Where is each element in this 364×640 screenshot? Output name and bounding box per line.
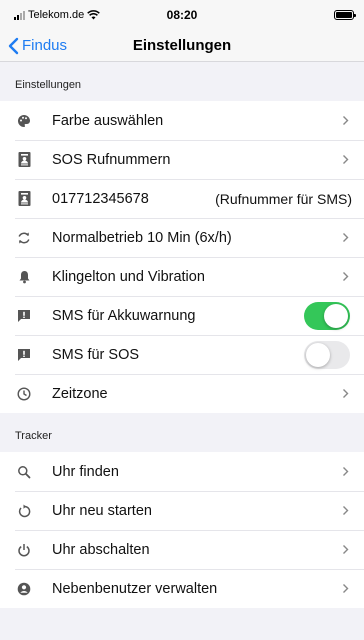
contact-card-icon (15, 151, 33, 169)
phone-number-hint: (Rufnummer für SMS) (215, 190, 352, 207)
row-label: Normalbetrieb 10 Min (6x/h) (52, 229, 232, 246)
row-label: Uhr finden (52, 463, 119, 480)
power-icon (15, 541, 33, 559)
battery-icon (334, 10, 356, 20)
row-timezone[interactable]: Zeitzone (0, 374, 364, 413)
sms-alert-icon (15, 346, 33, 364)
chevron-right-icon (340, 465, 350, 479)
bell-icon (15, 268, 33, 286)
chevron-right-icon (340, 504, 350, 518)
back-button[interactable]: Findus (0, 37, 67, 55)
row-label: SMS für Akkuwarnung (52, 307, 196, 324)
section-header-tracker: Tracker (0, 413, 364, 452)
wifi-icon (87, 10, 101, 20)
chevron-right-icon (340, 270, 350, 284)
row-restart-watch[interactable]: Uhr neu starten (0, 491, 364, 530)
row-label: Zeitzone (52, 385, 108, 402)
row-label: Klingelton und Vibration (52, 268, 205, 285)
section-header-settings: Einstellungen (0, 62, 364, 101)
row-phone-number[interactable]: 017712345678 (Rufnummer für SMS) (0, 179, 364, 218)
user-icon (15, 580, 33, 598)
sms-alert-icon (15, 307, 33, 325)
carrier-label: Telekom.de (28, 9, 85, 21)
settings-group: Farbe auswählen SOS Rufnummern 017712345… (0, 101, 364, 413)
row-label: Farbe auswählen (52, 112, 164, 129)
chevron-right-icon (340, 114, 350, 128)
row-sms-sos: SMS für SOS (0, 335, 364, 374)
row-color[interactable]: Farbe auswählen (0, 101, 364, 140)
carrier-group: Telekom.de (14, 9, 101, 21)
navigation-bar: Findus Einstellungen (0, 30, 364, 62)
back-label: Findus (22, 37, 68, 54)
row-ringtone[interactable]: Klingelton und Vibration (0, 257, 364, 296)
contact-card-icon (15, 190, 33, 208)
chevron-left-icon (8, 37, 19, 54)
palette-icon (15, 112, 33, 130)
chevron-right-icon (340, 231, 350, 245)
refresh-icon (15, 229, 33, 247)
row-label: SMS für SOS (52, 346, 140, 363)
row-label: SOS Rufnummern (52, 151, 171, 168)
search-icon (15, 463, 33, 481)
row-label: Uhr neu starten (52, 502, 152, 519)
chevron-right-icon (340, 387, 350, 401)
clock-icon (15, 385, 33, 403)
chevron-right-icon (340, 582, 350, 596)
phone-number-value: 017712345678 (52, 190, 149, 207)
row-manage-users[interactable]: Nebenbenutzer verwalten (0, 569, 364, 608)
chevron-right-icon (340, 153, 350, 167)
row-sos-numbers[interactable]: SOS Rufnummern (0, 140, 364, 179)
sms-battery-toggle[interactable] (304, 301, 350, 330)
restart-icon (15, 502, 33, 520)
status-bar: Telekom.de 08:20 (0, 0, 364, 30)
row-label: Nebenbenutzer verwalten (52, 580, 218, 597)
row-shutdown-watch[interactable]: Uhr abschalten (0, 530, 364, 569)
row-find-watch[interactable]: Uhr finden (0, 452, 364, 491)
row-label: Uhr abschalten (52, 541, 150, 558)
tracker-group: Uhr finden Uhr neu starten Uhr abschalte… (0, 452, 364, 608)
row-mode[interactable]: Normalbetrieb 10 Min (6x/h) (0, 218, 364, 257)
sms-sos-toggle[interactable] (304, 340, 350, 369)
chevron-right-icon (340, 543, 350, 557)
row-sms-battery: SMS für Akkuwarnung (0, 296, 364, 335)
signal-icon (14, 10, 25, 20)
